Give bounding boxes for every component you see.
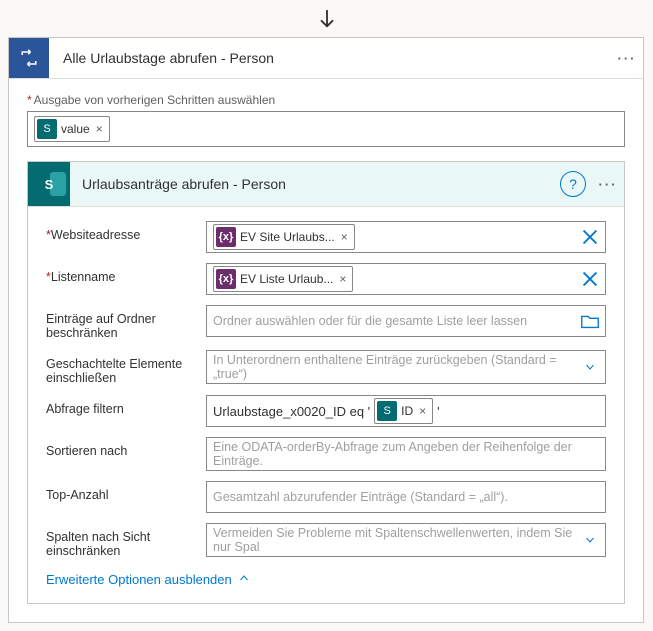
filter-query-input[interactable]: Urlaubstage_x0020_ID eq ' S ID × ' (206, 395, 606, 427)
action-menu-button[interactable]: ··· (592, 177, 624, 192)
nested-label: Geschachtelte Elemente einschließen (46, 350, 206, 385)
token-remove-icon[interactable]: × (94, 122, 105, 136)
id-token[interactable]: S ID × (374, 398, 433, 424)
action-card: S Urlaubsanträge abrufen - Person ? ··· … (27, 161, 625, 604)
help-button[interactable]: ? (560, 171, 586, 197)
placeholder-text: Ordner auswählen oder für die gesamte Li… (213, 314, 527, 328)
top-count-input[interactable]: Gesamtzahl abzurufender Einträge (Standa… (206, 481, 606, 513)
sharepoint-icon: S (377, 401, 397, 421)
limit-columns-label: Spalten nach Sicht einschränken (46, 523, 206, 558)
placeholder-text: Eine ODATA-orderBy-Abfrage zum Angeben d… (213, 440, 599, 468)
foreach-icon (9, 38, 49, 78)
site-address-label: *Websiteadresse (46, 221, 206, 242)
filter-suffix: ' (437, 404, 439, 419)
chevron-down-icon[interactable] (579, 529, 601, 551)
clear-icon[interactable] (579, 226, 601, 248)
action-header[interactable]: S Urlaubsanträge abrufen - Person ? ··· (28, 162, 624, 206)
list-token[interactable]: {x} EV Liste Urlaub... × (213, 266, 353, 292)
top-count-label: Top-Anzahl (46, 481, 206, 502)
nested-input[interactable]: In Unterordnern enthaltene Einträge zurü… (206, 350, 606, 384)
token-label: EV Liste Urlaub... (240, 272, 333, 286)
folder-picker-icon[interactable] (579, 310, 601, 332)
token-remove-icon[interactable]: × (337, 272, 348, 286)
site-token[interactable]: {x} EV Site Urlaubs... × (213, 224, 355, 250)
folder-limit-label: Einträge auf Ordner beschränken (46, 305, 206, 340)
action-title: Urlaubsanträge abrufen - Person (70, 176, 560, 192)
flow-arrow-down (8, 8, 645, 33)
folder-limit-input[interactable]: Ordner auswählen oder für die gesamte Li… (206, 305, 606, 337)
foreach-menu-button[interactable]: ··· (611, 51, 643, 66)
list-name-label: *Listenname (46, 263, 206, 284)
token-label: ID (401, 404, 413, 418)
chevron-up-icon (238, 572, 250, 587)
variable-icon: {x} (216, 227, 236, 247)
chevron-down-icon[interactable] (579, 356, 601, 378)
foreach-header[interactable]: Alle Urlaubstage abrufen - Person ··· (9, 38, 643, 78)
value-token[interactable]: S value × (34, 116, 110, 142)
placeholder-text: Gesamtzahl abzurufender Einträge (Standa… (213, 490, 508, 504)
token-remove-icon[interactable]: × (339, 230, 350, 244)
sharepoint-icon: S (37, 119, 57, 139)
list-name-input[interactable]: {x} EV Liste Urlaub... × (206, 263, 606, 295)
placeholder-text: Vermeiden Sie Probleme mit Spaltenschwel… (213, 526, 575, 554)
hide-advanced-link[interactable]: Erweiterte Optionen ausblenden (46, 568, 606, 595)
token-remove-icon[interactable]: × (417, 404, 428, 418)
clear-icon[interactable] (579, 268, 601, 290)
placeholder-text: In Unterordnern enthaltene Einträge zurü… (213, 353, 575, 381)
prev-steps-input[interactable]: S value × (27, 111, 625, 147)
site-address-input[interactable]: {x} EV Site Urlaubs... × (206, 221, 606, 253)
foreach-card: Alle Urlaubstage abrufen - Person ··· *A… (8, 37, 644, 623)
prev-steps-label: *Ausgabe von vorherigen Schritten auswäh… (27, 93, 625, 107)
filter-query-label: Abfrage filtern (46, 395, 206, 416)
token-label: EV Site Urlaubs... (240, 230, 335, 244)
sort-label: Sortieren nach (46, 437, 206, 458)
variable-icon: {x} (216, 269, 236, 289)
filter-prefix: Urlaubstage_x0020_ID eq ' (213, 404, 370, 419)
token-label: value (61, 122, 90, 136)
limit-columns-input[interactable]: Vermeiden Sie Probleme mit Spaltenschwel… (206, 523, 606, 557)
sort-input[interactable]: Eine ODATA-orderBy-Abfrage zum Angeben d… (206, 437, 606, 471)
sharepoint-action-icon: S (28, 162, 70, 206)
foreach-title: Alle Urlaubstage abrufen - Person (49, 50, 611, 66)
